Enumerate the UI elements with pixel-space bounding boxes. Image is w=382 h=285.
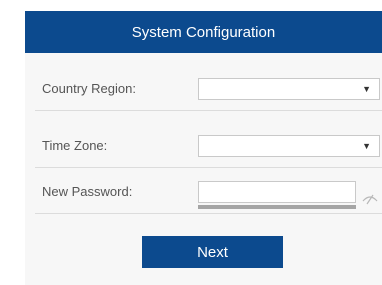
page-title: System Configuration — [131, 23, 276, 41]
password-strength-bar — [198, 205, 356, 209]
new-password-row: New Password: — [35, 171, 382, 214]
next-button[interactable]: Next — [142, 236, 283, 268]
system-configuration-panel: System Configuration Country Region: ▼ T… — [25, 0, 382, 285]
time-zone-select[interactable]: ▼ — [198, 135, 380, 157]
chevron-down-icon: ▼ — [362, 84, 371, 94]
new-password-label: New Password: — [42, 184, 133, 199]
country-region-label: Country Region: — [42, 81, 136, 96]
chevron-down-icon: ▼ — [362, 141, 371, 151]
next-button-label: Next — [197, 243, 228, 261]
time-zone-label: Time Zone: — [42, 138, 108, 153]
country-region-row: Country Region: ▼ — [35, 68, 382, 111]
time-zone-row: Time Zone: ▼ — [35, 125, 382, 168]
form-body: Country Region: ▼ Time Zone: ▼ New Passw… — [25, 53, 382, 285]
eye-slash-icon[interactable] — [362, 193, 378, 205]
country-region-select[interactable]: ▼ — [198, 78, 380, 100]
new-password-field[interactable] — [198, 181, 356, 203]
panel-header: System Configuration — [25, 11, 382, 53]
